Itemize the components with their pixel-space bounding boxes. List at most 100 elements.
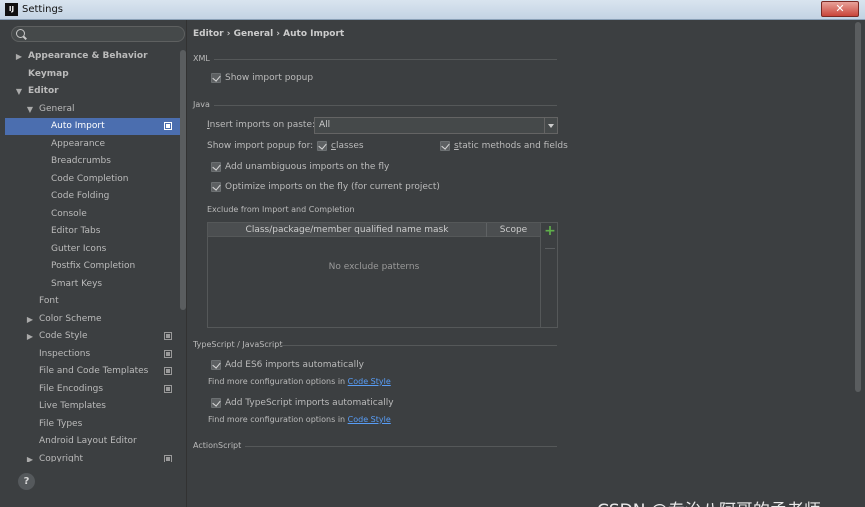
settings-content: Editor › General › Auto Import XML Show … xyxy=(187,20,865,507)
add-ts-imports-label[interactable]: Add TypeScript imports automatically xyxy=(225,398,394,408)
content-scrollbar-thumb[interactable] xyxy=(855,22,861,392)
sidebar-item-label: File Encodings xyxy=(39,383,104,394)
sidebar-item-label: Code Completion xyxy=(51,173,129,184)
project-scope-icon xyxy=(164,122,172,130)
remove-icon[interactable] xyxy=(544,242,556,254)
sidebar-item-label: Inspections xyxy=(39,348,91,359)
sidebar-item-label: Copyright xyxy=(39,453,83,463)
chevron-down-icon[interactable]: ▼ xyxy=(26,101,34,118)
sidebar-item-breadcrumbs[interactable]: Breadcrumbs xyxy=(5,153,180,170)
close-button[interactable]: ✕ xyxy=(821,1,859,17)
sidebar-item-editor[interactable]: ▼ Editor xyxy=(5,83,180,100)
project-scope-icon xyxy=(164,349,172,358)
optimize-imports-label[interactable]: Optimize imports on the fly (for current… xyxy=(225,182,440,192)
sidebar-item-label: Editor xyxy=(28,86,59,96)
section-title-typescript: TypeScript / JavaScript xyxy=(193,340,283,349)
chevron-right-icon[interactable]: ▶ xyxy=(26,311,34,328)
ts-code-style-link[interactable]: Code Style xyxy=(348,415,391,424)
search-input[interactable] xyxy=(28,28,178,40)
sidebar-item-appearance[interactable]: Appearance xyxy=(5,136,180,153)
add-ts-imports-checkbox[interactable] xyxy=(211,398,221,408)
sidebar-item-label: File and Code Templates xyxy=(39,366,149,376)
insert-imports-select[interactable]: All xyxy=(314,117,558,134)
settings-search[interactable] xyxy=(11,26,185,42)
sidebar-item-smart-keys[interactable]: Smart Keys xyxy=(5,276,180,293)
csdn-watermark: CSDN @专治八阿哥的孟老师 xyxy=(597,496,821,507)
sidebar-item-label: Font xyxy=(39,296,59,306)
sidebar-item-label: Code Folding xyxy=(51,191,110,201)
show-popup-for-label: Show import popup for: xyxy=(207,141,314,151)
title-bar: IJ Settings ✕ xyxy=(0,0,865,20)
chevron-right-icon[interactable]: ▶ xyxy=(26,328,34,345)
section-title-xml: XML xyxy=(193,54,210,63)
add-es6-imports-checkbox[interactable] xyxy=(211,360,221,370)
sidebar-item-label: Console xyxy=(51,208,87,219)
sidebar-item-color-scheme[interactable]: ▶ Color Scheme xyxy=(5,311,180,328)
sidebar-item-android-layout-editor[interactable]: Android Layout Editor xyxy=(5,433,180,450)
sidebar-item-general[interactable]: ▼ General xyxy=(5,101,180,118)
search-icon xyxy=(16,29,25,38)
project-scope-icon xyxy=(164,367,172,375)
classes-checkbox[interactable] xyxy=(317,141,327,151)
sidebar-item-keymap[interactable]: Keymap xyxy=(5,66,180,83)
optimize-imports-checkbox[interactable] xyxy=(211,182,221,192)
sidebar-item-code-folding[interactable]: Code Folding xyxy=(5,188,180,205)
ts-more-options-text: Find more configuration options in xyxy=(208,415,348,424)
ts-more-options: Find more configuration options in Code … xyxy=(208,415,391,424)
add-icon[interactable]: + xyxy=(544,224,556,238)
content-scrollbar[interactable] xyxy=(854,20,862,507)
sidebar-item-file-encodings[interactable]: File Encodings xyxy=(5,381,180,398)
chevron-down-icon[interactable] xyxy=(544,118,557,133)
column-header-mask[interactable]: Class/package/member qualified name mask xyxy=(208,223,487,237)
sidebar-item-label: Breadcrumbs xyxy=(51,156,111,166)
chevron-down-icon[interactable]: ▼ xyxy=(15,83,23,100)
sidebar-item-label: Appearance xyxy=(51,138,106,149)
add-es6-imports-label[interactable]: Add ES6 imports automatically xyxy=(225,360,364,370)
insert-imports-label: Insert imports on paste: xyxy=(207,120,316,130)
sidebar-item-auto-import[interactable]: Auto Import xyxy=(5,118,180,135)
sidebar-item-label: Smart Keys xyxy=(51,278,103,289)
sidebar-item-file-types[interactable]: File Types xyxy=(5,416,180,433)
breadcrumb: Editor › General › Auto Import xyxy=(193,29,345,39)
sidebar-item-label: Appearance & Behavior xyxy=(28,51,148,61)
settings-window: ▶ Appearance & Behavior Keymap ▼ Editor ▼ Gene… xyxy=(0,20,865,507)
add-unambiguous-label[interactable]: Add unambiguous imports on the fly xyxy=(225,162,389,172)
sidebar-item-gutter-icons[interactable]: Gutter Icons xyxy=(5,241,180,258)
settings-tree: ▶ Appearance & Behavior Keymap ▼ Editor ▼ Gene… xyxy=(5,48,186,462)
static-methods-label[interactable]: static methods and fields xyxy=(454,141,568,151)
es6-code-style-link[interactable]: Code Style xyxy=(348,377,391,386)
sidebar-item-code-completion[interactable]: Code Completion xyxy=(5,171,180,188)
chevron-right-icon[interactable]: ▶ xyxy=(26,451,34,463)
show-import-popup-xml-checkbox[interactable] xyxy=(211,73,221,83)
sidebar-item-inspections[interactable]: Inspections xyxy=(5,346,180,363)
sidebar-item-postfix-completion[interactable]: Postfix Completion xyxy=(5,258,180,275)
sidebar-item-copyright[interactable]: ▶ Copyright xyxy=(5,451,180,463)
exclude-patterns-table[interactable]: Class/package/member qualified name mask… xyxy=(207,222,558,328)
section-title-java: Java xyxy=(193,100,210,109)
sidebar-item-appearance-behavior[interactable]: ▶ Appearance & Behavior xyxy=(5,48,180,65)
sidebar-item-file-and-code-templates[interactable]: File and Code Templates xyxy=(5,363,180,380)
static-methods-checkbox[interactable] xyxy=(440,141,450,151)
section-divider xyxy=(214,59,557,60)
classes-label[interactable]: classes xyxy=(331,141,364,151)
sidebar-item-editor-tabs[interactable]: Editor Tabs xyxy=(5,223,180,240)
exclude-title: Exclude from Import and Completion xyxy=(207,205,355,214)
settings-sidebar: ▶ Appearance & Behavior Keymap ▼ Editor ▼ Gene… xyxy=(5,20,186,507)
sidebar-item-console[interactable]: Console xyxy=(5,206,180,223)
sidebar-item-label: Android Layout Editor xyxy=(39,436,137,446)
column-header-scope[interactable]: Scope xyxy=(487,223,540,237)
project-scope-icon xyxy=(164,332,172,340)
help-button[interactable]: ? xyxy=(18,473,35,490)
chevron-right-icon[interactable]: ▶ xyxy=(15,48,23,65)
show-import-popup-xml-label[interactable]: Show import popup xyxy=(225,73,313,83)
sidebar-item-code-style[interactable]: ▶ Code Style xyxy=(5,328,180,345)
es6-more-options-text: Find more configuration options in xyxy=(208,377,348,386)
sidebar-item-label: General xyxy=(39,103,75,114)
sidebar-item-live-templates[interactable]: Live Templates xyxy=(5,398,180,415)
sidebar-item-label: File Types xyxy=(39,418,83,429)
add-unambiguous-checkbox[interactable] xyxy=(211,162,221,172)
sidebar-item-label: Code Style xyxy=(39,331,88,341)
sidebar-item-font[interactable]: Font xyxy=(5,293,180,310)
table-toolbar-divider xyxy=(540,223,541,327)
sidebar-item-label: Editor Tabs xyxy=(51,226,101,236)
